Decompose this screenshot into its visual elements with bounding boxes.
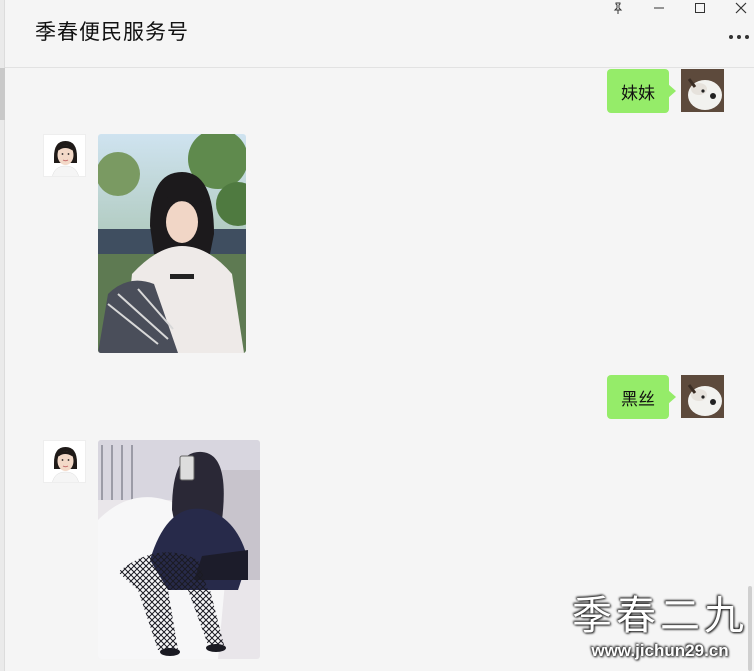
message-bubble-sent[interactable]: 黑丝 bbox=[607, 375, 676, 419]
minimize-icon[interactable] bbox=[639, 0, 679, 16]
watermark: 季春二九 www.jichun29.cn bbox=[566, 592, 754, 671]
close-icon[interactable] bbox=[721, 0, 754, 16]
maximize-icon[interactable] bbox=[680, 0, 720, 16]
avatar-bot[interactable] bbox=[43, 440, 86, 483]
message-text: 妹妹 bbox=[621, 83, 655, 104]
message-bubble-sent[interactable]: 妹妹 bbox=[607, 69, 676, 113]
chat-title: 季春便民服务号 bbox=[35, 20, 189, 44]
watermark-title: 季春二九 bbox=[572, 593, 748, 639]
avatar-bot[interactable] bbox=[43, 134, 86, 177]
watermark-url: www.jichun29.cn bbox=[591, 641, 729, 660]
left-panel-edge bbox=[0, 0, 5, 671]
message-text: 黑丝 bbox=[621, 389, 655, 410]
chat-header: 季春便民服务号 bbox=[5, 0, 754, 68]
pin-icon[interactable] bbox=[598, 0, 638, 16]
avatar-self[interactable] bbox=[681, 69, 724, 112]
message-image[interactable] bbox=[98, 134, 246, 353]
more-icon[interactable] bbox=[726, 28, 752, 46]
left-panel-scroll-mark bbox=[0, 68, 5, 120]
message-image[interactable] bbox=[98, 440, 260, 659]
avatar-self[interactable] bbox=[681, 375, 724, 418]
